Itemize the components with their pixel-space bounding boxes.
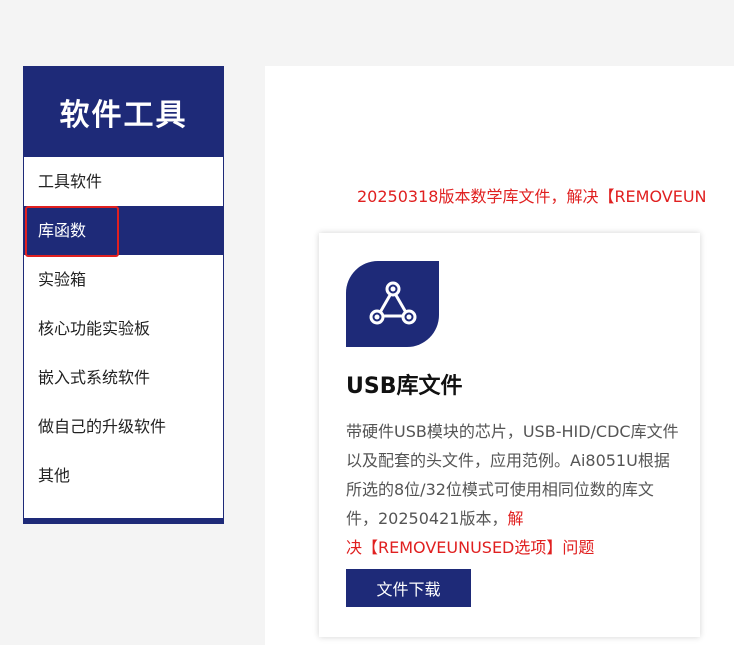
sidebar: 软件工具 工具软件 库函数 实验箱 核心功能实验板 嵌入式系统软件 做自己的升级… bbox=[23, 66, 224, 524]
sidebar-item-library[interactable]: 库函数 bbox=[24, 206, 223, 257]
notice-text[interactable]: 20250318版本数学库文件，解决【REMOVEUN bbox=[357, 183, 707, 207]
sidebar-item-label: 核心功能实验板 bbox=[38, 319, 151, 338]
sidebar-item-label: 做自己的升级软件 bbox=[38, 417, 167, 436]
sidebar-title: 软件工具 bbox=[24, 67, 223, 157]
sidebar-menu: 工具软件 库函数 实验箱 核心功能实验板 嵌入式系统软件 做自己的升级软件 其他 bbox=[24, 157, 223, 500]
download-button[interactable]: 文件下载 bbox=[346, 569, 471, 607]
sidebar-item-label: 实验箱 bbox=[38, 270, 87, 289]
sidebar-item-label: 嵌入式系统软件 bbox=[38, 368, 151, 387]
card-description-alert-a: 解 bbox=[507, 509, 524, 528]
share-nodes-icon bbox=[346, 261, 439, 347]
sidebar-item-label: 工具软件 bbox=[38, 172, 103, 191]
usb-library-card: USB库文件 带硬件USB模块的芯片，USB-HID/CDC库文件以及配套的头文… bbox=[319, 233, 700, 637]
sidebar-item-lab-box[interactable]: 实验箱 bbox=[24, 255, 223, 304]
sidebar-item-label: 库函数 bbox=[38, 221, 87, 240]
card-title: USB库文件 bbox=[346, 374, 463, 399]
card-description-alert-b: 决【REMOVEUNUSED选项】问题 bbox=[346, 538, 595, 557]
card-description: 带硬件USB模块的芯片，USB-HID/CDC库文件以及配套的头文件，应用范例。… bbox=[346, 417, 680, 562]
main-content: 20250318版本数学库文件，解决【REMOVEUN USB库文件 带硬件US… bbox=[265, 66, 734, 645]
sidebar-item-tools[interactable]: 工具软件 bbox=[24, 157, 223, 206]
sidebar-item-upgrade[interactable]: 做自己的升级软件 bbox=[24, 402, 223, 451]
sidebar-item-embedded[interactable]: 嵌入式系统软件 bbox=[24, 353, 223, 402]
share-nodes-glyph bbox=[369, 281, 416, 325]
sidebar-item-core-board[interactable]: 核心功能实验板 bbox=[24, 304, 223, 353]
sidebar-item-label: 其他 bbox=[38, 466, 71, 485]
sidebar-item-other[interactable]: 其他 bbox=[24, 451, 223, 500]
